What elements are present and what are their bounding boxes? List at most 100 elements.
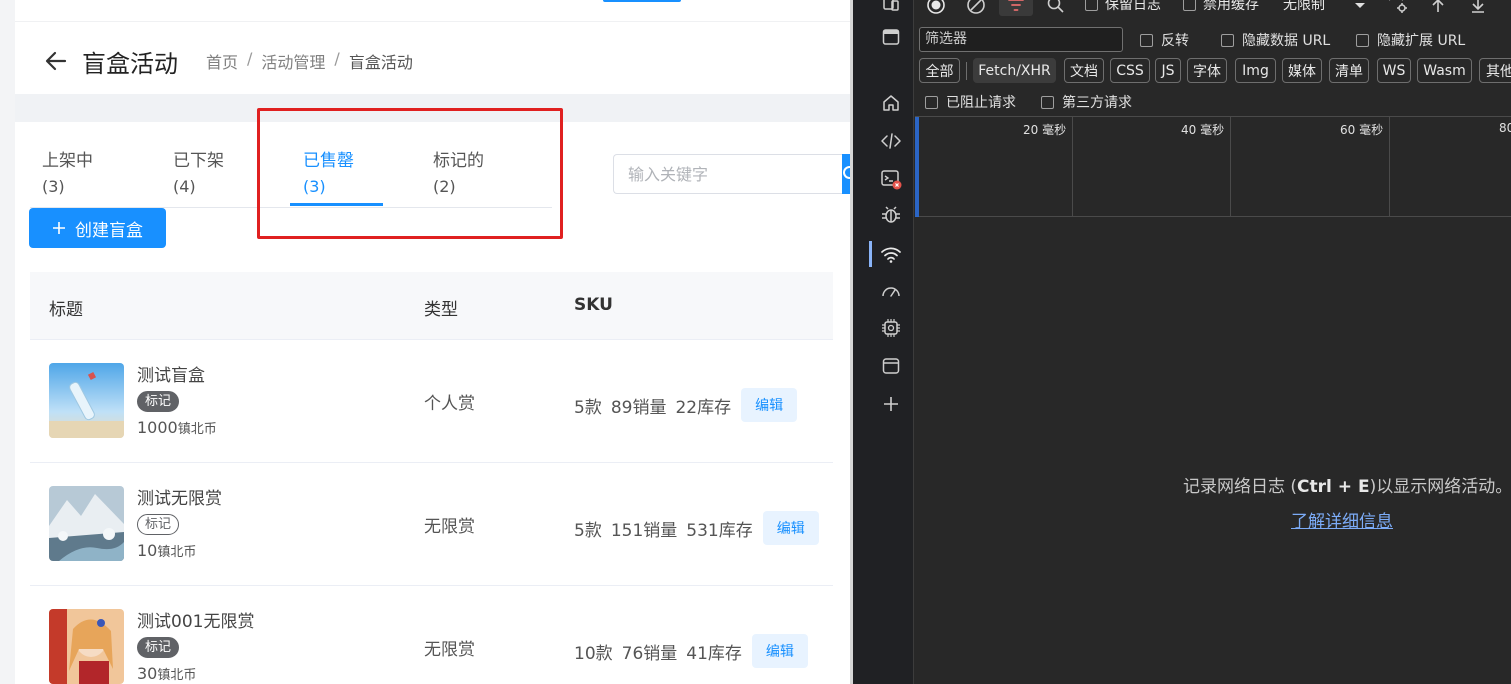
filter-toggle-icon[interactable] bbox=[999, 0, 1033, 16]
type-filter-other[interactable]: 其他 bbox=[1479, 58, 1511, 83]
item-thumbnail bbox=[49, 609, 124, 684]
application-icon[interactable] bbox=[878, 353, 904, 379]
memory-chip-icon[interactable] bbox=[878, 315, 904, 341]
marked-tag: 标记 bbox=[137, 514, 180, 535]
import-har-upload-icon[interactable] bbox=[1427, 0, 1449, 16]
item-type: 无限赏 bbox=[424, 517, 475, 537]
sku-stock: 22库存 bbox=[675, 397, 732, 418]
blocked-requests-checkbox[interactable]: 已阻止请求 bbox=[925, 92, 1016, 112]
blocked-requests-label: 已阻止请求 bbox=[946, 95, 1016, 111]
price-unit: 镇北币 bbox=[157, 545, 197, 560]
tab-on-shelf[interactable]: 上架中 (3) bbox=[42, 148, 93, 200]
learn-more-link[interactable]: 了解详细信息 bbox=[1291, 507, 1393, 532]
type-filter-manifest[interactable]: 清单 bbox=[1329, 58, 1369, 83]
checkbox-icon bbox=[1041, 95, 1054, 109]
back-arrow-icon[interactable] bbox=[43, 48, 69, 74]
active-panel-indicator bbox=[869, 241, 872, 267]
network-toolbar: 保留日志 禁用缓存 无限制 bbox=[915, 0, 1511, 22]
dock-icon[interactable] bbox=[878, 24, 904, 50]
home-icon[interactable] bbox=[878, 90, 904, 116]
left-gutter bbox=[0, 0, 15, 684]
edit-button[interactable]: 编辑 bbox=[762, 511, 819, 545]
blind-box-admin-page: 盲盒活动 首页 / 活动管理 / 盲盒活动 上架中 (3) 已下架 (4) 已售… bbox=[0, 0, 850, 684]
item-sku: 5款 151销量 531库存 编辑 bbox=[574, 511, 819, 545]
plus-icon bbox=[53, 222, 65, 234]
timeline-gridline bbox=[1072, 117, 1073, 217]
search-button[interactable] bbox=[842, 154, 850, 194]
type-filter-js[interactable]: JS bbox=[1155, 58, 1181, 83]
tab-off-shelf[interactable]: 已下架 (4) bbox=[173, 148, 224, 200]
item-title[interactable]: 测试无限赏 bbox=[137, 484, 222, 509]
type-filter-img[interactable]: Img bbox=[1235, 58, 1276, 83]
clear-icon[interactable] bbox=[965, 0, 987, 16]
bug-icon[interactable] bbox=[878, 202, 904, 228]
item-title[interactable]: 测试盲盒 bbox=[137, 361, 205, 386]
preserve-log-checkbox[interactable]: 保留日志 bbox=[1085, 0, 1161, 14]
type-filter-all[interactable]: 全部 bbox=[919, 58, 960, 83]
record-icon[interactable] bbox=[925, 0, 947, 16]
performance-icon[interactable] bbox=[878, 278, 904, 304]
search-icon[interactable] bbox=[1045, 0, 1067, 16]
type-filter-css[interactable]: CSS bbox=[1110, 58, 1150, 83]
third-party-checkbox[interactable]: 第三方请求 bbox=[1041, 92, 1132, 112]
price-value: 1000 bbox=[137, 418, 178, 437]
checkbox-icon bbox=[925, 95, 938, 109]
hide-data-urls-checkbox[interactable]: 隐藏数据 URL bbox=[1221, 30, 1330, 50]
more-tools-plus-icon[interactable] bbox=[878, 391, 904, 417]
chevron-down-icon[interactable] bbox=[1349, 0, 1371, 16]
type-filter-fetch-xhr[interactable]: Fetch/XHR bbox=[973, 58, 1056, 83]
timeline-label: 40 毫秒 bbox=[1181, 123, 1225, 137]
throttling-select[interactable]: 无限制 bbox=[1283, 0, 1325, 14]
disable-cache-checkbox[interactable]: 禁用缓存 bbox=[1183, 0, 1259, 14]
type-filter-wasm[interactable]: Wasm bbox=[1417, 58, 1472, 83]
network-conditions-gear-icon[interactable] bbox=[1387, 0, 1409, 16]
invert-label: 反转 bbox=[1161, 33, 1189, 49]
tab-count: (4) bbox=[173, 177, 196, 196]
item-thumbnail bbox=[49, 486, 124, 561]
device-toggle-icon[interactable] bbox=[878, 0, 904, 16]
network-wifi-icon[interactable] bbox=[878, 241, 904, 267]
edit-button[interactable]: 编辑 bbox=[751, 634, 808, 668]
table-row: 测试001无限赏 标记 30镇北币 无限赏 10款 76销量 41库存 编辑 bbox=[30, 586, 833, 684]
timeline-selection-handle[interactable] bbox=[915, 117, 919, 217]
edit-button[interactable]: 编辑 bbox=[741, 388, 798, 422]
search-input[interactable] bbox=[613, 154, 842, 194]
checkbox-icon bbox=[1085, 0, 1098, 11]
create-button-label: 创建盲盒 bbox=[75, 220, 143, 241]
filter-input[interactable]: 筛选器 bbox=[919, 27, 1123, 52]
invert-checkbox[interactable]: 反转 bbox=[1140, 30, 1189, 50]
devtools-panel: 保留日志 禁用缓存 无限制 筛选器 反转 隐藏数据 URL 隐藏扩展 URL 全… bbox=[869, 0, 1511, 684]
breadcrumb: 首页 / 活动管理 / 盲盒活动 bbox=[206, 49, 413, 73]
throttling-value: 无限制 bbox=[1283, 0, 1325, 13]
network-overview-timeline[interactable]: 20 毫秒 40 毫秒 60 毫秒 80 bbox=[915, 116, 1511, 217]
top-button-edge[interactable] bbox=[603, 0, 681, 2]
item-price: 10镇北币 bbox=[137, 541, 196, 560]
breadcrumb-home[interactable]: 首页 bbox=[206, 49, 238, 73]
hide-extension-urls-checkbox[interactable]: 隐藏扩展 URL bbox=[1356, 30, 1465, 50]
page-header: 盲盒活动 首页 / 活动管理 / 盲盒活动 bbox=[15, 22, 850, 94]
type-filter-doc[interactable]: 文档 bbox=[1064, 58, 1104, 83]
type-filter-media[interactable]: 媒体 bbox=[1282, 58, 1322, 83]
timeline-gridline bbox=[1230, 117, 1231, 217]
hide-data-urls-label: 隐藏数据 URL bbox=[1242, 33, 1331, 49]
timeline-label: 80 bbox=[1499, 121, 1511, 135]
breadcrumb-activity-management[interactable]: 活动管理 bbox=[261, 49, 325, 73]
breadcrumb-separator: / bbox=[247, 49, 253, 68]
resource-type-filters: 全部 Fetch/XHR 文档 CSS JS 字体 Img 媒体 清单 WS W… bbox=[915, 58, 1511, 84]
column-header-title: 标题 bbox=[49, 300, 83, 320]
empty-message-text-start: 记录网络日志 ( bbox=[1183, 477, 1298, 497]
console-icon[interactable] bbox=[878, 166, 904, 192]
type-filter-ws[interactable]: WS bbox=[1377, 58, 1411, 83]
create-blind-box-button[interactable]: 创建盲盒 bbox=[29, 208, 166, 248]
item-sku: 10款 76销量 41库存 编辑 bbox=[574, 634, 808, 668]
sku-sales: 76销量 bbox=[621, 643, 678, 664]
price-value: 30 bbox=[137, 664, 158, 683]
network-panel: 保留日志 禁用缓存 无限制 筛选器 反转 隐藏数据 URL 隐藏扩展 URL 全… bbox=[915, 0, 1511, 684]
breadcrumb-current: 盲盒活动 bbox=[348, 53, 413, 72]
export-har-download-icon[interactable] bbox=[1467, 0, 1489, 16]
checkbox-icon bbox=[1221, 33, 1234, 47]
type-filter-font[interactable]: 字体 bbox=[1187, 58, 1227, 83]
item-title[interactable]: 测试001无限赏 bbox=[137, 607, 254, 632]
elements-icon[interactable] bbox=[878, 128, 904, 154]
table-header: 标题 类型 SKU bbox=[30, 272, 833, 340]
